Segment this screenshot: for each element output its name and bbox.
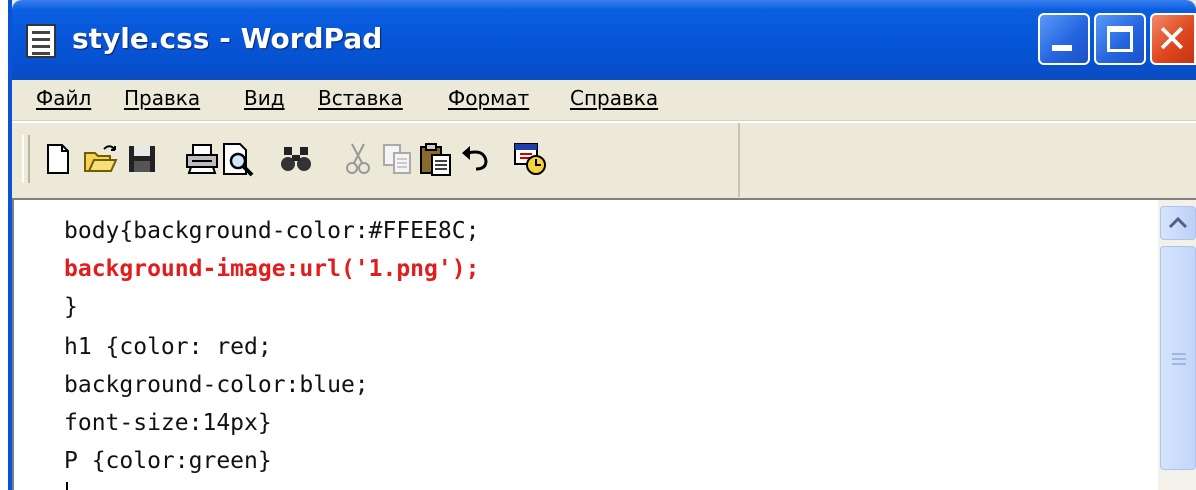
menu-file[interactable]: Файл: [36, 86, 91, 110]
code-line-highlighted[interactable]: background-image:url('1.png');: [64, 256, 479, 282]
scroll-up-arrow-icon: [1168, 216, 1188, 229]
toolbar: [12, 121, 1196, 199]
open-folder-icon[interactable]: [82, 141, 118, 177]
code-line[interactable]: P {color:green}: [64, 448, 272, 474]
minimize-button[interactable]: [1038, 13, 1090, 65]
text-caret: [66, 482, 68, 490]
close-icon: ✕: [1156, 17, 1188, 61]
menu-format[interactable]: Формат: [448, 86, 529, 110]
menu-edit[interactable]: Правка: [124, 86, 200, 110]
minimize-icon: [1052, 45, 1072, 51]
window-title: style.css - WordPad: [72, 22, 383, 55]
toolbar-band: [12, 123, 740, 197]
scroll-up-button[interactable]: [1160, 206, 1196, 240]
new-document-icon[interactable]: [40, 141, 76, 177]
paste-icon[interactable]: [418, 141, 454, 177]
close-button[interactable]: ✕: [1150, 13, 1196, 65]
scroll-thumb[interactable]: [1160, 246, 1196, 470]
menu-bar: Файл Правка Вид Вставка Формат Справка: [12, 80, 1196, 121]
find-icon[interactable]: [278, 141, 314, 177]
code-line[interactable]: }: [64, 294, 78, 320]
title-bar[interactable]: style.css - WordPad ✕: [12, 0, 1196, 80]
thumb-grip-line: [1172, 358, 1186, 360]
vertical-scrollbar[interactable]: [1158, 198, 1196, 490]
save-icon[interactable]: [124, 141, 160, 177]
print-preview-icon[interactable]: [220, 141, 256, 177]
thumb-grip-line: [1172, 353, 1186, 355]
thumb-grip-line: [1172, 363, 1186, 365]
code-line[interactable]: h1 {color: red;: [64, 334, 272, 360]
maximize-icon: [1107, 26, 1133, 52]
code-line[interactable]: body{background-color:#FFEE8C;: [64, 218, 479, 244]
copy-icon[interactable]: [380, 141, 416, 177]
menu-view[interactable]: Вид: [244, 86, 285, 110]
wordpad-document-icon[interactable]: [26, 24, 56, 58]
menu-insert[interactable]: Вставка: [318, 86, 403, 110]
toolbar-grip[interactable]: [22, 135, 30, 183]
menu-help[interactable]: Справка: [570, 86, 658, 110]
insert-date-time-icon[interactable]: [512, 141, 548, 177]
code-line[interactable]: background-color:blue;: [64, 372, 369, 398]
maximize-button[interactable]: [1094, 13, 1146, 65]
print-icon[interactable]: [184, 141, 220, 177]
code-line[interactable]: font-size:14px}: [64, 410, 272, 436]
undo-icon[interactable]: [458, 141, 494, 177]
wordpad-window: style.css - WordPad ✕ Файл Правка Вид Вс…: [8, 0, 1196, 490]
document-editor[interactable]: body{background-color:#FFEE8C; backgroun…: [12, 198, 1158, 490]
cut-icon[interactable]: [340, 141, 376, 177]
